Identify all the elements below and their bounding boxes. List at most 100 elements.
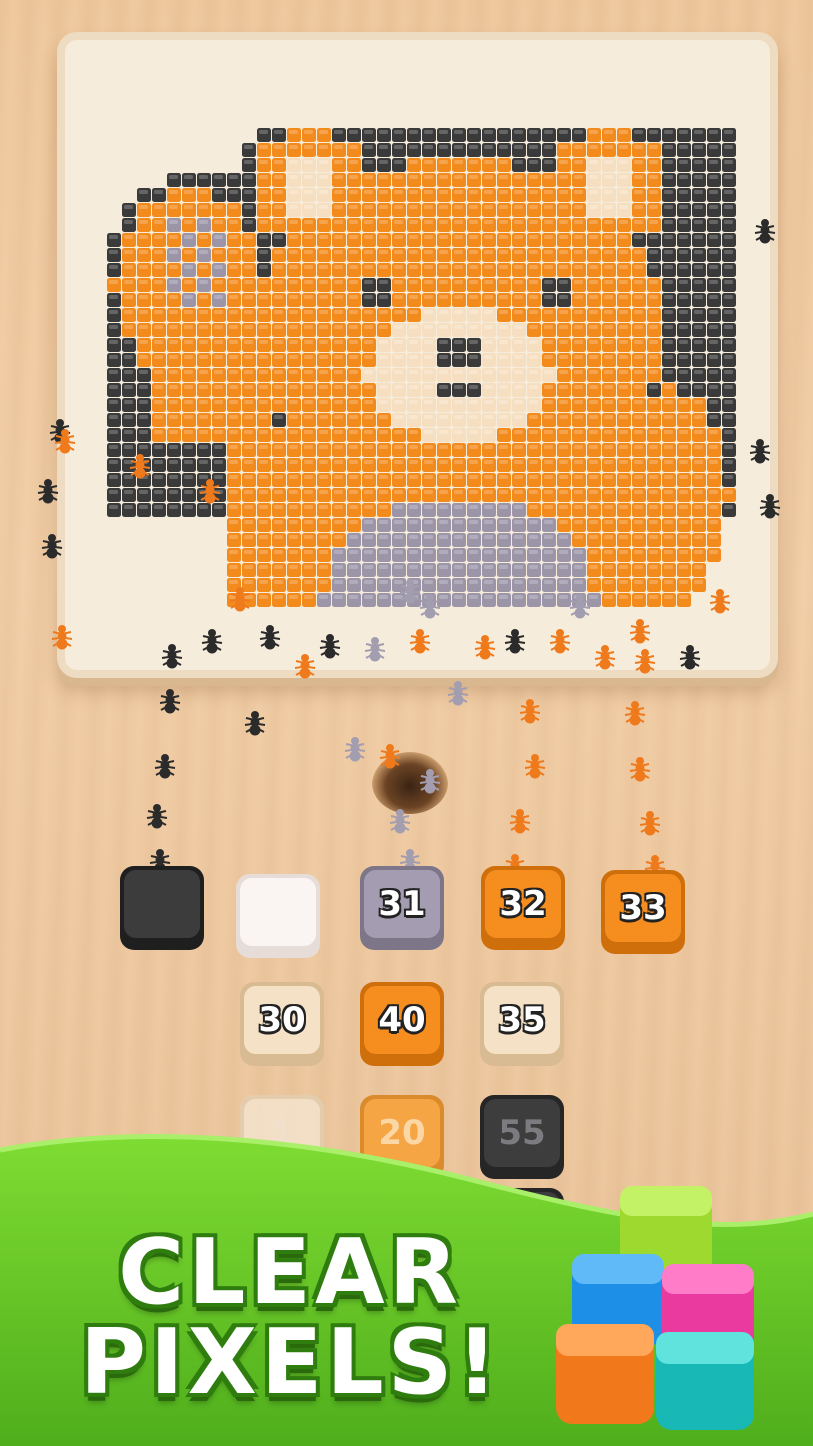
pixel-highlight bbox=[394, 430, 403, 434]
pixel-highlight bbox=[499, 280, 508, 284]
pixel-highlight bbox=[679, 295, 688, 299]
pixel-highlight bbox=[469, 190, 478, 194]
pixel-highlight bbox=[409, 385, 418, 389]
pixel-highlight bbox=[694, 490, 703, 494]
pixel-highlight bbox=[529, 490, 538, 494]
pixel-highlight bbox=[484, 460, 493, 464]
pixel-highlight bbox=[544, 265, 553, 269]
pixel-highlight bbox=[379, 595, 388, 599]
pixel-highlight bbox=[499, 175, 508, 179]
pixel-highlight bbox=[424, 430, 433, 434]
pixel-highlight bbox=[364, 400, 373, 404]
pixel-highlight bbox=[394, 340, 403, 344]
pixel-highlight bbox=[409, 280, 418, 284]
pixel-highlight bbox=[694, 550, 703, 554]
pixel-highlight bbox=[379, 475, 388, 479]
ant bbox=[244, 711, 266, 736]
pixel-highlight bbox=[619, 400, 628, 404]
pixel-highlight bbox=[559, 145, 568, 149]
pixel-highlight bbox=[214, 190, 223, 194]
pixel-highlight bbox=[154, 460, 163, 464]
pixel-highlight bbox=[319, 220, 328, 224]
color-tile-cream-35[interactable]: 35 bbox=[480, 982, 564, 1066]
pixel-highlight bbox=[529, 265, 538, 269]
pixel-highlight bbox=[619, 310, 628, 314]
pixel-highlight bbox=[439, 565, 448, 569]
pixel-highlight bbox=[109, 475, 118, 479]
pixel-highlight bbox=[484, 355, 493, 359]
pixel-highlight bbox=[649, 265, 658, 269]
color-tile-black[interactable] bbox=[120, 866, 204, 950]
tile-number: 31 bbox=[378, 884, 426, 924]
pixel-highlight bbox=[124, 310, 133, 314]
pixel-highlight bbox=[499, 580, 508, 584]
pixel-highlight bbox=[274, 355, 283, 359]
pixel-highlight bbox=[604, 535, 613, 539]
pixel-highlight bbox=[469, 445, 478, 449]
pixel-highlight bbox=[499, 160, 508, 164]
pixel-highlight bbox=[709, 145, 718, 149]
pixel-highlight bbox=[349, 415, 358, 419]
pixel-highlight bbox=[229, 220, 238, 224]
pixel-highlight bbox=[649, 595, 658, 599]
pixel-highlight bbox=[349, 460, 358, 464]
pixel-highlight bbox=[304, 475, 313, 479]
pixel-highlight bbox=[694, 130, 703, 134]
pixel-highlight bbox=[409, 250, 418, 254]
color-tile-white[interactable] bbox=[236, 874, 320, 958]
pixel-highlight bbox=[634, 175, 643, 179]
color-tile-cream-30[interactable]: 30 bbox=[240, 982, 324, 1066]
pixel-highlight bbox=[574, 415, 583, 419]
pixel-highlight bbox=[514, 220, 523, 224]
color-tile-orange-33[interactable]: 33 bbox=[601, 870, 685, 954]
color-tile-gray-31[interactable]: 31 bbox=[360, 866, 444, 950]
pixel-highlight bbox=[259, 310, 268, 314]
pixel-highlight bbox=[409, 565, 418, 569]
pixel-highlight bbox=[319, 475, 328, 479]
pixel-highlight bbox=[259, 550, 268, 554]
pixel-highlight bbox=[634, 130, 643, 134]
pixel-highlight bbox=[139, 250, 148, 254]
pixel-highlight bbox=[589, 235, 598, 239]
pixel-highlight bbox=[544, 175, 553, 179]
pixel-highlight bbox=[454, 520, 463, 524]
pixel-highlight bbox=[184, 490, 193, 494]
pixel-highlight bbox=[574, 160, 583, 164]
pixel-highlight bbox=[484, 565, 493, 569]
pixel-highlight bbox=[604, 325, 613, 329]
pixel-highlight bbox=[634, 205, 643, 209]
pixel-highlight bbox=[724, 310, 733, 314]
pixel-highlight bbox=[394, 595, 403, 599]
pixel-highlight bbox=[334, 475, 343, 479]
pixel-highlight bbox=[169, 235, 178, 239]
pixel-highlight bbox=[334, 565, 343, 569]
pixel-highlight bbox=[529, 130, 538, 134]
pixel-highlight bbox=[364, 160, 373, 164]
pixel-highlight bbox=[559, 175, 568, 179]
pixel-highlight bbox=[574, 340, 583, 344]
pixel-highlight bbox=[259, 145, 268, 149]
pixel-highlight bbox=[679, 505, 688, 509]
pixel-highlight bbox=[229, 250, 238, 254]
pixel-highlight bbox=[604, 145, 613, 149]
ant bbox=[37, 479, 59, 504]
pixel-highlight bbox=[499, 235, 508, 239]
pixel-highlight bbox=[454, 235, 463, 239]
pixel-highlight bbox=[214, 340, 223, 344]
color-tile-orange-32[interactable]: 32 bbox=[481, 866, 565, 950]
pixel-highlight bbox=[559, 190, 568, 194]
pixel-highlight bbox=[469, 370, 478, 374]
pixel-highlight bbox=[439, 550, 448, 554]
pixel-highlight bbox=[394, 325, 403, 329]
pixel-highlight bbox=[334, 505, 343, 509]
pixel-highlight bbox=[574, 400, 583, 404]
pixel-highlight bbox=[349, 130, 358, 134]
pixel-highlight bbox=[379, 565, 388, 569]
pixel-highlight bbox=[169, 340, 178, 344]
pixel-highlight bbox=[334, 445, 343, 449]
pixel-highlight bbox=[544, 370, 553, 374]
pixel-highlight bbox=[529, 205, 538, 209]
pixel-highlight bbox=[364, 370, 373, 374]
pixel-highlight bbox=[484, 490, 493, 494]
color-tile-orange-40[interactable]: 40 bbox=[360, 982, 444, 1066]
